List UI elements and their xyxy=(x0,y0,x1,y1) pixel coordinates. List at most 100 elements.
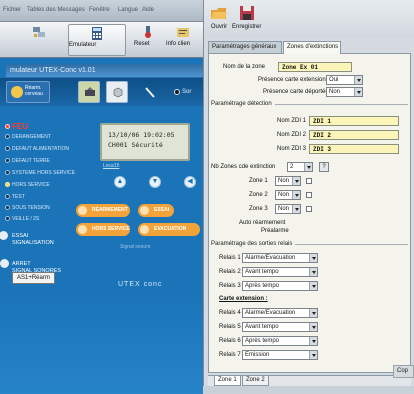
status-led xyxy=(5,124,10,129)
zone-name-input[interactable]: Zone Ex 01 xyxy=(278,62,352,72)
chevron-down-icon[interactable] xyxy=(309,323,317,331)
chevron-down-icon[interactable] xyxy=(292,191,300,199)
menu-bar: Fichier Tables des Messages Fenêtre Lang… xyxy=(0,0,203,22)
zone3-select[interactable]: Non xyxy=(275,204,301,214)
emulator-window: Fichier Tables des Messages Fenêtre Lang… xyxy=(0,0,203,394)
relay1-select[interactable]: Alarme/Evacuation xyxy=(242,253,318,263)
zdi1-input[interactable]: ZDI 1 xyxy=(309,116,399,126)
copy-button[interactable]: Cop xyxy=(393,365,414,378)
emulator-button[interactable]: Emulateur xyxy=(68,24,126,56)
zone1-checkbox[interactable] xyxy=(306,178,312,184)
chevron-down-icon[interactable] xyxy=(304,163,312,171)
probe-button[interactable] xyxy=(138,81,160,103)
chevron-down-icon[interactable] xyxy=(309,309,317,317)
zdi2-input[interactable]: ZDI 2 xyxy=(309,130,399,140)
tab-zone-1[interactable]: Zone 1 xyxy=(214,376,241,386)
chevron-down-icon[interactable] xyxy=(309,282,317,290)
button-knob-icon xyxy=(78,206,87,215)
menu-help[interactable]: Aide xyxy=(142,7,154,13)
lcd-line-2: CH001 Sécurité xyxy=(108,141,163,149)
tab-zone-2[interactable]: Zone 2 xyxy=(242,376,269,386)
save-icon xyxy=(239,6,254,20)
menu-message-tables[interactable]: Tables des Messages xyxy=(27,7,85,13)
zdi3-input[interactable]: ZDI 3 xyxy=(309,144,399,154)
extinction-zones-count-select[interactable]: 2 xyxy=(287,162,313,172)
network-icon xyxy=(33,27,45,37)
zone3-checkbox[interactable] xyxy=(306,206,312,212)
emulator-title: mulateur UTEX-Conc v1.01 xyxy=(6,64,203,77)
help-button[interactable]: ? xyxy=(319,162,329,172)
open-button[interactable]: Ouvrir xyxy=(210,4,228,30)
evacuation-button[interactable]: EVACUATION xyxy=(138,223,200,236)
config-button[interactable] xyxy=(18,24,60,56)
module-button[interactable] xyxy=(106,81,128,103)
menu-language[interactable]: Langue xyxy=(118,7,138,13)
emulator-footer xyxy=(0,296,203,394)
detection-group-title: Paramétrage détection xyxy=(211,101,275,107)
zone2-checkbox[interactable] xyxy=(306,192,312,198)
relay5-select[interactable]: Avant tempo xyxy=(242,322,318,332)
button-knob-icon xyxy=(78,225,87,234)
extension-card-select[interactable]: Oui xyxy=(326,75,363,85)
test-signal-label: ESSAI SIGNALISATION xyxy=(12,233,54,246)
zone2-select[interactable]: Non xyxy=(275,190,301,200)
relay2-select[interactable]: Avant tempo xyxy=(242,267,318,277)
zone3-label: Zone 3 xyxy=(249,206,268,212)
status-out-of-service: HORS SERVICE xyxy=(5,182,50,188)
relay5-label: Relais 5 xyxy=(219,324,241,330)
down-arrow-button[interactable]: ▼ xyxy=(149,176,161,188)
save-button[interactable]: Enregistrer xyxy=(232,4,261,30)
zone2-label: Zone 2 xyxy=(249,192,268,198)
relay-group-title: Paramétrage des sorties relais xyxy=(211,241,296,247)
zone1-label: Zone 1 xyxy=(249,178,268,184)
chevron-down-icon[interactable] xyxy=(354,88,362,96)
out-of-service-button[interactable]: HORS SERVICE xyxy=(76,223,130,236)
chevron-down-icon[interactable] xyxy=(292,177,300,185)
left-arrow-button[interactable]: ◀ xyxy=(184,176,196,188)
relay7-label: Relais 7 xyxy=(219,352,241,358)
auto-rearm-label: Auto réarmement xyxy=(239,220,286,226)
extinction-zones-count-label: Nb Zones cde extinction xyxy=(211,164,276,170)
relay7-select[interactable]: Emission xyxy=(242,350,318,360)
info-client-button[interactable]: Info clien xyxy=(166,24,200,56)
detector-button[interactable] xyxy=(78,81,100,103)
tab-general-settings[interactable]: Paramétrages généraux xyxy=(208,41,282,53)
tab-extinction-zones[interactable]: Zones d'extinctions xyxy=(283,41,341,54)
chevron-down-icon[interactable] xyxy=(309,268,317,276)
zone1-select[interactable]: Non xyxy=(275,176,301,186)
test-signal-icon[interactable] xyxy=(0,231,8,240)
stop-buzzer-icon[interactable] xyxy=(0,259,9,268)
remote-card-select[interactable]: Non xyxy=(326,87,363,97)
output-radio[interactable] xyxy=(174,89,180,95)
zone-tabs: Zone 1 Zone 2 xyxy=(208,375,411,386)
buzzer-label: Signal sonore xyxy=(120,244,151,250)
probe-icon xyxy=(145,87,155,98)
chevron-down-icon[interactable] xyxy=(309,337,317,345)
info-icon xyxy=(177,28,189,37)
rearm-brain-button[interactable]: Réarm. cerveau xyxy=(6,81,50,103)
extinction-zone-panel: Nom de la zone Zone Ex 01 Présence carte… xyxy=(208,53,411,373)
config-window: Ouvrir Enregistrer Paramétrages généraux… xyxy=(203,0,414,394)
status-fire: FEU xyxy=(5,122,28,131)
button-knob-icon xyxy=(140,206,149,215)
relay4-select[interactable]: Alarme/Evacuation xyxy=(242,308,318,318)
lcd-link[interactable]: Loca15 xyxy=(103,163,119,169)
as1-rearm-button[interactable]: AS1+Réarm xyxy=(12,272,55,284)
relay3-label: Relais 3 xyxy=(219,283,241,289)
chevron-down-icon[interactable] xyxy=(309,351,317,359)
button-knob-icon xyxy=(140,225,149,234)
relay3-select[interactable]: Après tempo xyxy=(242,281,318,291)
chevron-down-icon[interactable] xyxy=(354,76,362,84)
main-toolbar: Emulateur Reset Info clien xyxy=(0,22,203,58)
menu-file[interactable]: Fichier xyxy=(3,7,21,13)
relay6-select[interactable]: Après tempo xyxy=(242,336,318,346)
reset-button[interactable]: Reset xyxy=(134,24,162,56)
essai-action-button[interactable]: ESSAI xyxy=(138,204,174,217)
zdi1-label: Nom ZDI 1 xyxy=(277,118,307,124)
menu-window[interactable]: Fenêtre xyxy=(89,7,110,13)
chevron-down-icon[interactable] xyxy=(309,254,317,262)
chevron-down-icon[interactable] xyxy=(292,205,300,213)
rearm-button[interactable]: REARMEMENT xyxy=(76,204,130,217)
relay2-label: Relais 2 xyxy=(219,269,241,275)
up-arrow-button[interactable]: ▲ xyxy=(114,176,126,188)
